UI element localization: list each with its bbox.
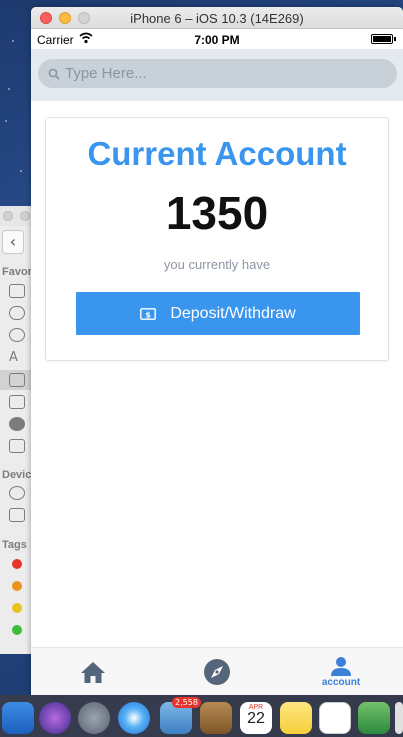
airdrop-icon[interactable] bbox=[9, 328, 25, 342]
finder-window: ‹ Favor A Devic Tags bbox=[0, 206, 32, 654]
contacts-dock-icon[interactable] bbox=[200, 702, 232, 734]
tag-orange[interactable] bbox=[12, 581, 22, 591]
search-header bbox=[31, 49, 403, 101]
finder-dock-icon[interactable] bbox=[2, 702, 34, 734]
finder-close-button[interactable] bbox=[3, 211, 13, 221]
tab-account-label: account bbox=[321, 677, 361, 688]
safari-dock-icon[interactable] bbox=[118, 702, 150, 734]
ios-status-bar: Carrier 7:00 PM bbox=[31, 29, 403, 49]
tab-account[interactable]: account bbox=[279, 648, 403, 695]
finder-back-button[interactable]: ‹ bbox=[2, 230, 24, 254]
folder-icon[interactable] bbox=[9, 439, 25, 453]
simulator-titlebar: iPhone 6 – iOS 10.3 (14E269) bbox=[31, 7, 403, 29]
finder-section-favorites: Favor bbox=[2, 266, 32, 278]
siri-dock-icon[interactable] bbox=[39, 702, 71, 734]
cloud-icon[interactable] bbox=[9, 306, 25, 320]
account-card: Current Account 1350 you currently have … bbox=[45, 117, 389, 361]
home-icon bbox=[81, 662, 105, 683]
calendar-day: 22 bbox=[247, 710, 265, 727]
disc-icon[interactable] bbox=[9, 486, 25, 500]
finder-section-tags: Tags bbox=[2, 539, 27, 551]
balance-caption: you currently have bbox=[163, 257, 271, 272]
downloads-icon[interactable] bbox=[9, 417, 25, 431]
window-title: iPhone 6 – iOS 10.3 (14E269) bbox=[130, 11, 304, 26]
desktop-icon[interactable] bbox=[9, 373, 25, 387]
deposit-withdraw-label: Deposit/Withdraw bbox=[170, 304, 296, 322]
drive-icon[interactable] bbox=[9, 508, 25, 522]
deposit-withdraw-button[interactable]: $ Deposit/Withdraw bbox=[76, 292, 360, 335]
launchpad-dock-icon[interactable] bbox=[78, 702, 110, 734]
tag-red[interactable] bbox=[12, 559, 22, 569]
reminders-dock-icon[interactable] bbox=[319, 702, 351, 734]
battery-icon bbox=[371, 34, 396, 44]
preview-dock-icon[interactable] bbox=[358, 702, 390, 734]
more-dock-icon[interactable] bbox=[395, 702, 403, 734]
finder-minimize-button[interactable] bbox=[20, 211, 30, 221]
status-time: 7:00 PM bbox=[194, 33, 240, 47]
finder-section-devices: Devic bbox=[2, 469, 32, 481]
documents-icon[interactable] bbox=[9, 395, 25, 409]
compass-icon bbox=[204, 659, 230, 685]
document-icon[interactable] bbox=[9, 284, 25, 298]
notes-dock-icon[interactable] bbox=[280, 702, 312, 734]
money-icon: $ bbox=[140, 307, 157, 320]
mail-dock-icon[interactable]: 2,558 bbox=[160, 697, 201, 734]
person-icon bbox=[331, 657, 351, 676]
card-title: Current Account bbox=[87, 135, 347, 172]
tab-home[interactable] bbox=[31, 648, 155, 695]
balance-amount: 1350 bbox=[165, 187, 269, 239]
search-icon bbox=[48, 68, 60, 80]
search-input[interactable] bbox=[38, 59, 397, 88]
applications-icon[interactable]: A bbox=[9, 350, 25, 365]
simulator-window: iPhone 6 – iOS 10.3 (14E269) Carrier 7:0… bbox=[31, 7, 403, 695]
tab-explore[interactable] bbox=[155, 648, 279, 695]
svg-text:$: $ bbox=[146, 310, 152, 319]
tab-bar: account bbox=[31, 647, 403, 695]
main-content: Current Account 1350 you currently have … bbox=[31, 101, 403, 647]
tag-yellow[interactable] bbox=[12, 603, 22, 613]
mail-badge: 2,558 bbox=[172, 697, 201, 708]
finder-titlebar bbox=[0, 206, 31, 226]
dock: 2,558 APR 22 bbox=[0, 695, 403, 737]
calendar-dock-icon[interactable]: APR 22 bbox=[240, 702, 272, 734]
tag-green[interactable] bbox=[12, 625, 22, 635]
